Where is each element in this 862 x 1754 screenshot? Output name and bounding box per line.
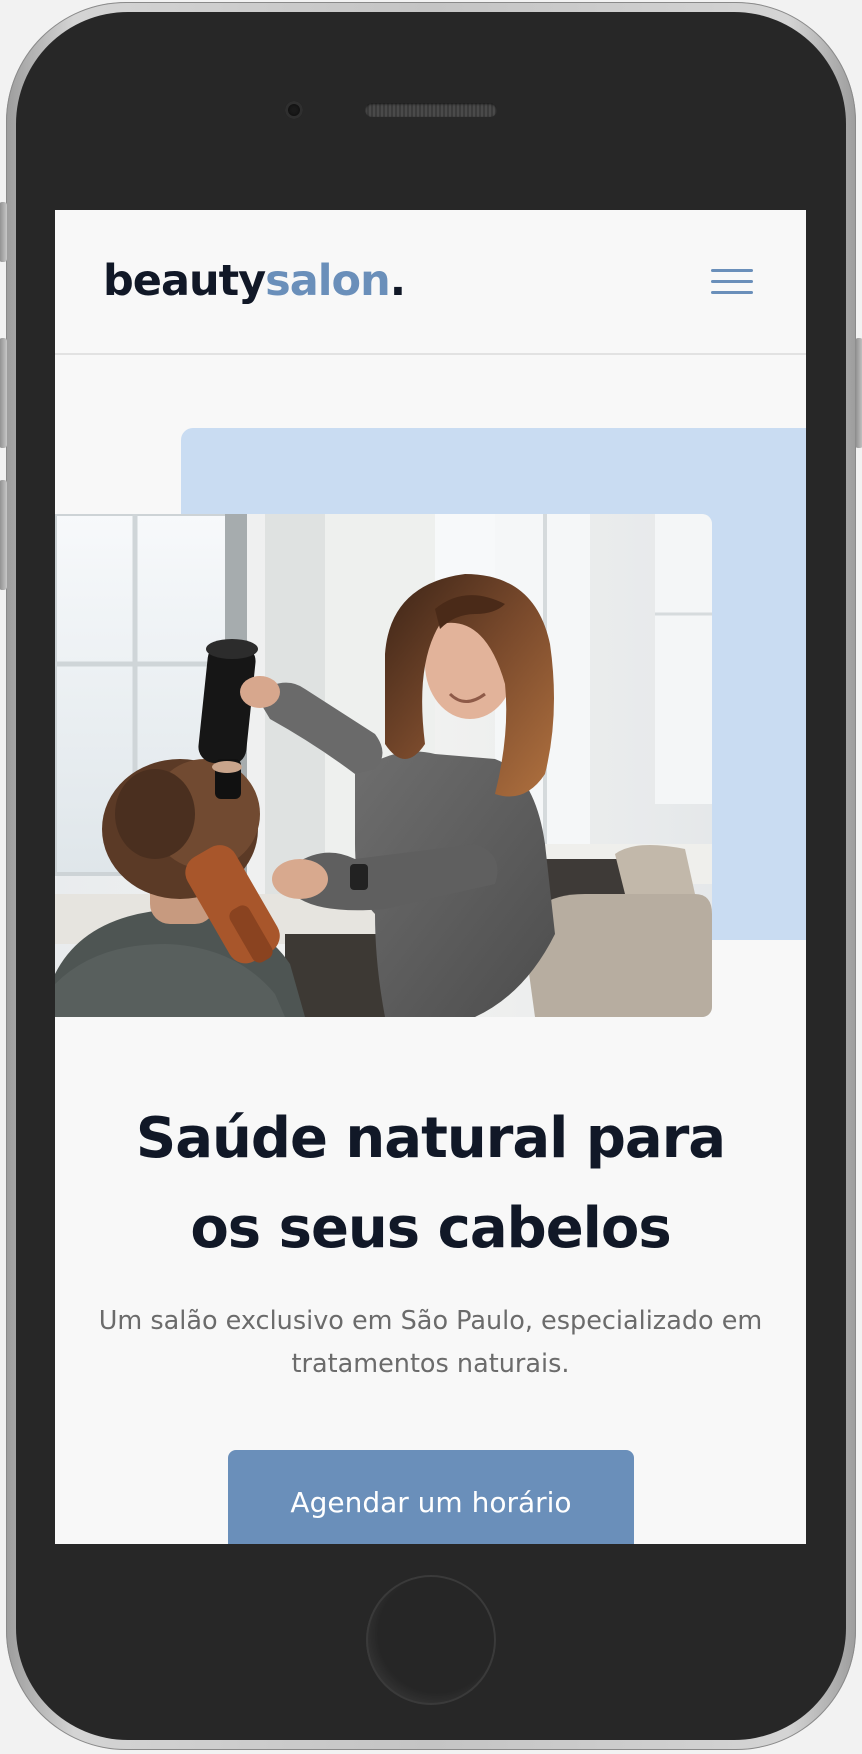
front-camera — [285, 101, 303, 119]
logo-dot: . — [389, 256, 406, 306]
hamburger-menu-icon[interactable] — [709, 262, 757, 302]
logo-main: beauty — [103, 256, 266, 306]
power-button — [855, 338, 862, 448]
navbar: beautysalon. — [55, 210, 806, 355]
book-appointment-button[interactable]: Agendar um horário — [228, 1450, 634, 1544]
mute-switch — [0, 202, 7, 262]
logo-accent: salon — [265, 256, 391, 306]
menu-bar — [711, 291, 753, 294]
logo[interactable]: beautysalon. — [103, 256, 406, 306]
screen: beautysalon. Saúde natural para os seus … — [55, 210, 806, 1544]
headline-line-2: os seus cabelos — [190, 1196, 671, 1261]
menu-bar — [711, 269, 753, 272]
headline-line-1: Saúde natural para — [135, 1106, 726, 1171]
home-button[interactable] — [366, 1575, 496, 1705]
volume-down-button — [0, 480, 7, 590]
menu-bar — [711, 280, 753, 283]
volume-up-button — [0, 338, 7, 448]
earpiece-speaker — [365, 103, 497, 117]
hero-subtitle: Um salão exclusivo em São Paulo, especia… — [98, 1306, 763, 1379]
hero-headline: Saúde natural para os seus cabelos — [55, 1094, 806, 1274]
hero-image — [55, 514, 712, 1017]
